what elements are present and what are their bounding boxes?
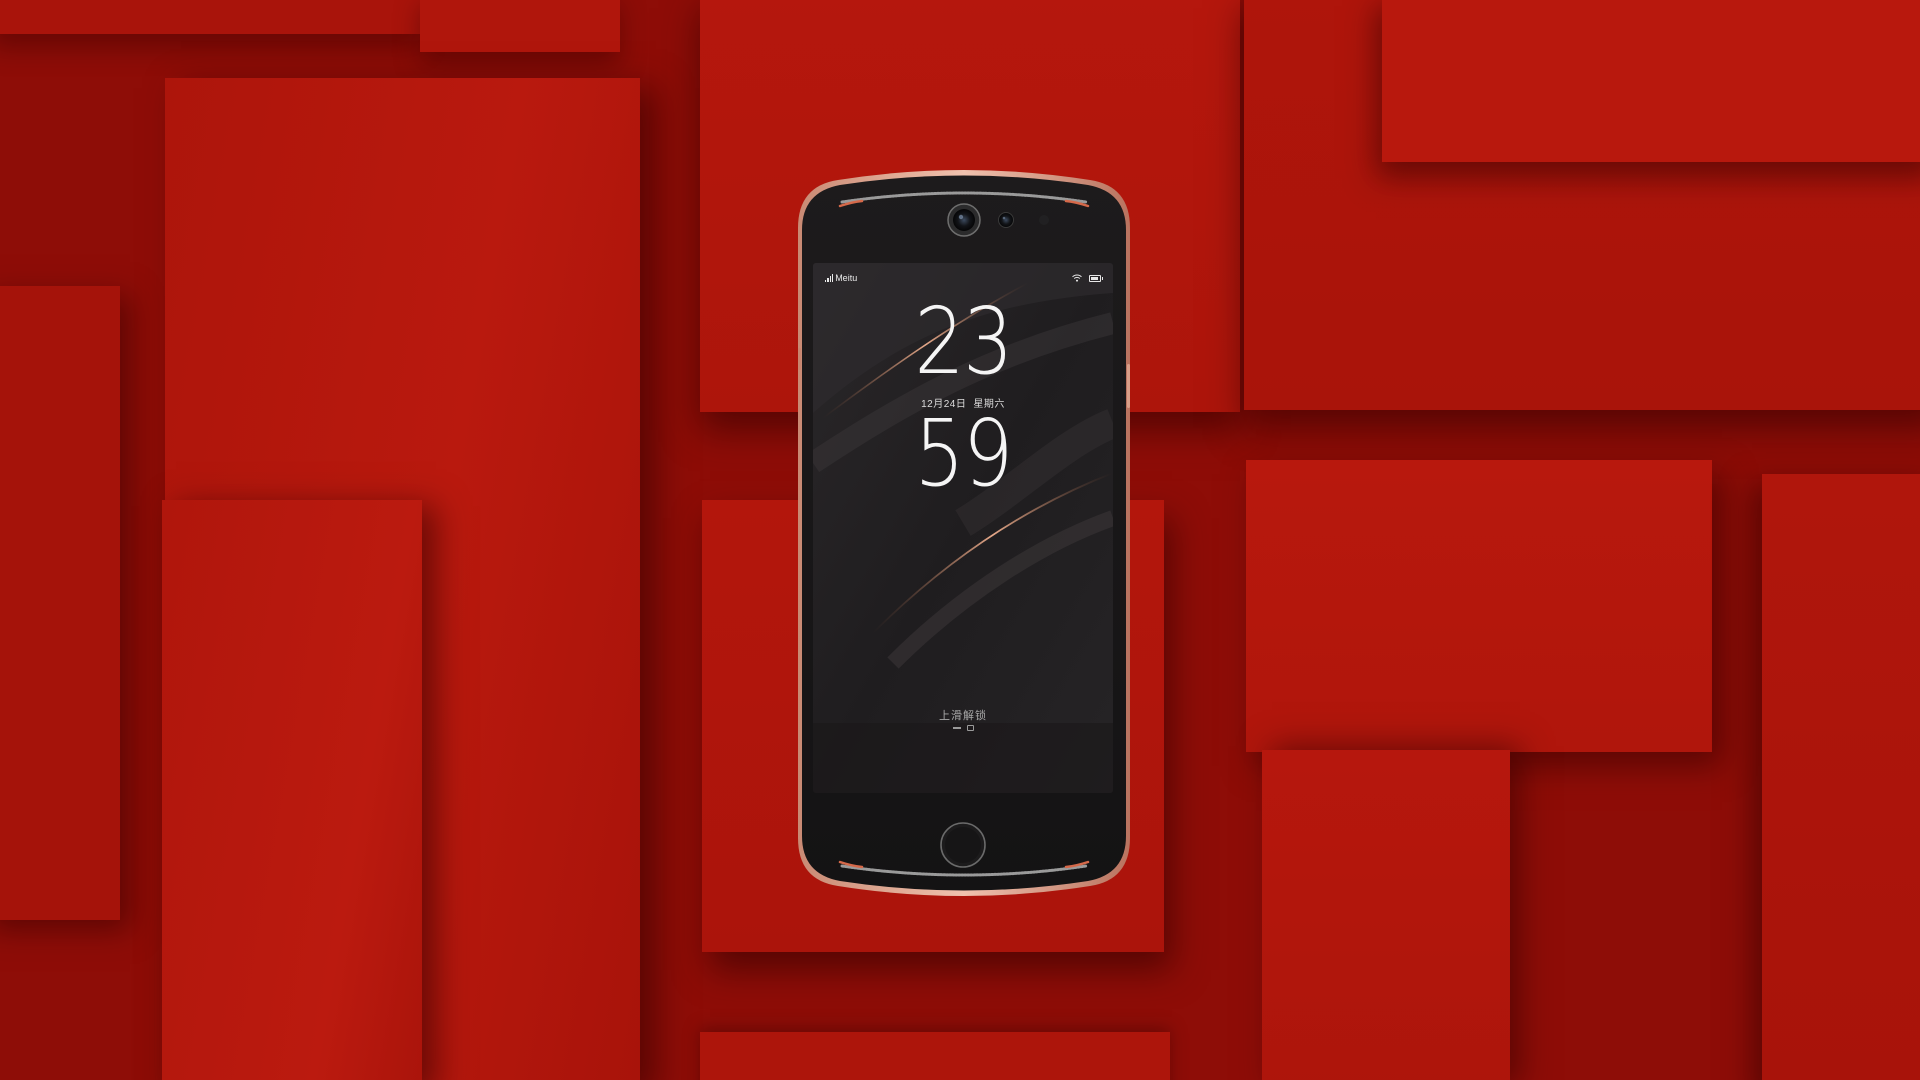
battery-icon — [1089, 274, 1103, 282]
lock-screen[interactable]: Meitu 23 12月24日 星期六 59 上滑解锁 — [813, 263, 1113, 793]
phone: Meitu 23 12月24日 星期六 59 上滑解锁 — [798, 168, 1130, 898]
carrier: Meitu — [825, 273, 857, 283]
block-top-left-step — [420, 0, 620, 52]
block-right-lower — [1262, 750, 1510, 1080]
wifi-icon — [1072, 274, 1082, 282]
clock-hour: 23 — [914, 288, 1013, 395]
block-right-middle — [1246, 460, 1712, 752]
block-center-bottom — [700, 1032, 1170, 1080]
camera-icon[interactable] — [966, 725, 974, 731]
battery-level — [1091, 276, 1098, 280]
status-bar: Meitu — [813, 273, 1113, 287]
home-button[interactable] — [939, 821, 987, 869]
block-top-right-ledge — [1382, 0, 1920, 162]
block-left-edge — [0, 286, 120, 920]
block-far-right — [1762, 474, 1920, 1080]
swipe-up-unlock-hint[interactable]: 上滑解锁 — [813, 707, 1113, 723]
lock-screen-indicators — [813, 725, 1113, 731]
signal-icon — [825, 274, 834, 282]
clock-minute: 59 — [914, 400, 1013, 507]
page-dash-icon — [952, 727, 961, 729]
carrier-label: Meitu — [835, 273, 858, 283]
block-top-left-ledge — [0, 0, 420, 34]
status-icons — [1072, 274, 1103, 282]
block-left-lower-front — [162, 500, 422, 1080]
